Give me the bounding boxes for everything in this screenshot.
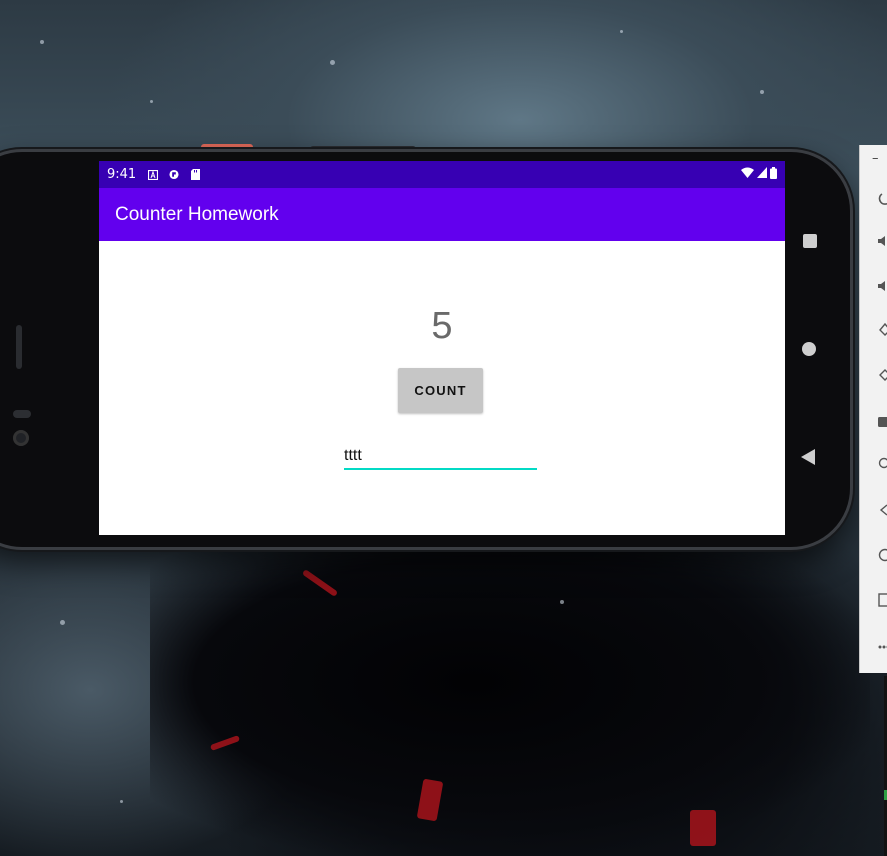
overview-icon[interactable]	[878, 592, 887, 608]
more-icon[interactable]	[878, 639, 887, 655]
status-time: 9:41	[107, 167, 137, 182]
signal-icon	[757, 167, 767, 182]
home-button[interactable]	[802, 342, 816, 356]
wallpaper-snow	[60, 620, 65, 625]
home-icon[interactable]	[878, 547, 887, 563]
wallpaper-snow	[620, 30, 623, 33]
wallpaper-snow	[760, 90, 764, 94]
media-icon	[169, 169, 179, 180]
wallpaper-snow	[560, 600, 564, 604]
back-icon[interactable]	[878, 502, 887, 518]
status-bar: 9:41	[99, 161, 785, 188]
wifi-icon	[741, 167, 754, 182]
phone-speaker	[16, 325, 22, 369]
volume-down-icon[interactable]	[878, 278, 887, 294]
emulator-toolbar: –	[859, 145, 887, 673]
volume-up-icon[interactable]	[878, 233, 887, 249]
status-indicators	[741, 166, 777, 183]
wallpaper-creature	[150, 540, 870, 856]
power-icon[interactable]	[878, 190, 887, 206]
rotate-right-icon[interactable]	[878, 367, 887, 383]
wallpaper-snow	[330, 60, 335, 65]
text-input[interactable]	[344, 444, 537, 470]
phone-sensor	[13, 410, 31, 418]
minimize-icon[interactable]: –	[872, 151, 879, 166]
wallpaper-snow	[40, 40, 44, 44]
wallpaper-snow	[150, 100, 153, 103]
zoom-icon[interactable]	[878, 456, 887, 472]
wallpaper-accent	[690, 810, 716, 846]
camera-icon[interactable]	[878, 413, 887, 429]
count-display: 5	[431, 305, 453, 347]
app-title: Counter Homework	[115, 203, 279, 225]
rotate-left-icon[interactable]	[878, 321, 887, 337]
front-camera-icon	[13, 430, 29, 446]
back-button[interactable]	[801, 449, 815, 465]
app-bar: Counter Homework	[99, 188, 785, 241]
main-content: 5 COUNT	[99, 241, 785, 535]
recents-button[interactable]	[803, 234, 817, 248]
battery-icon	[770, 166, 777, 183]
device-screen: 9:41 Counter Homework 5 COUNT	[99, 161, 785, 535]
count-button[interactable]: COUNT	[398, 368, 483, 413]
sd-card-icon	[190, 169, 200, 180]
accessibility-a-icon	[148, 169, 159, 180]
wallpaper-snow	[120, 800, 123, 803]
